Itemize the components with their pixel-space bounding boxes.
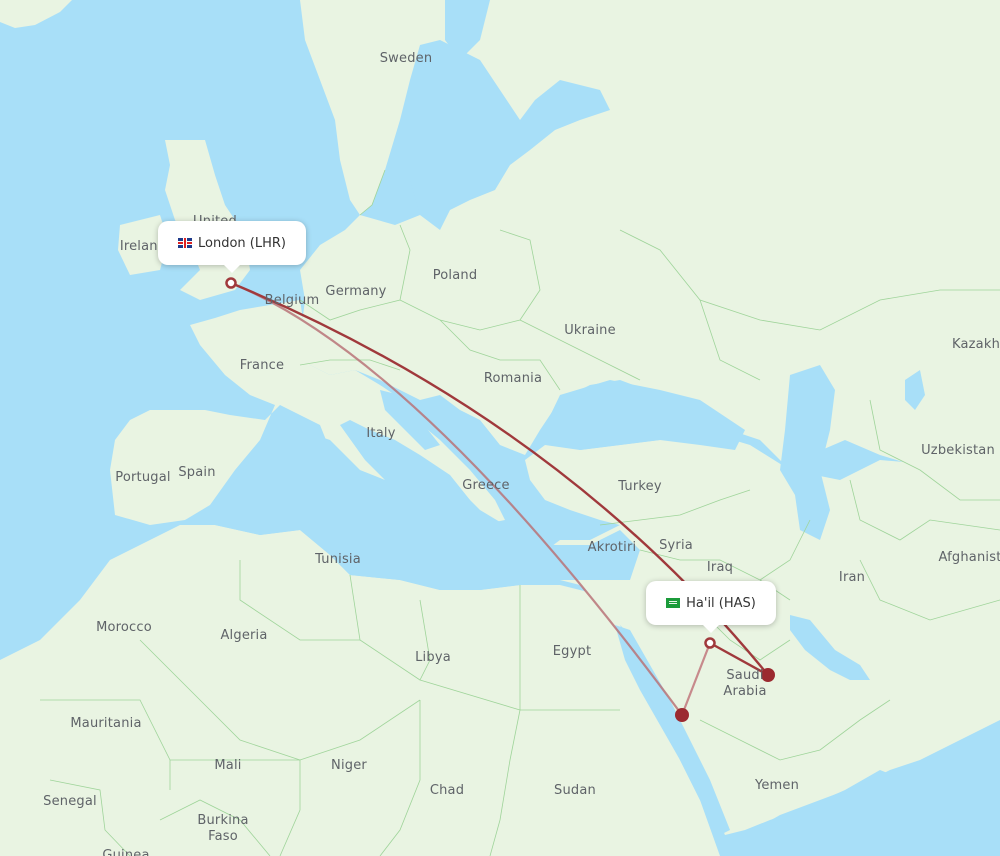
- country-label: Iraq: [706, 560, 734, 575]
- destination-popup[interactable]: Ha'il (HAS): [646, 581, 776, 633]
- country-label: Syria: [659, 538, 693, 553]
- country-label: Libya: [415, 650, 451, 665]
- stopover-marker-jeddah[interactable]: [675, 708, 689, 722]
- routes-layer: [225, 277, 775, 722]
- country-label: Algeria: [220, 628, 268, 643]
- country-label: Belgium: [264, 293, 320, 308]
- origin-marker[interactable]: [225, 277, 237, 289]
- country-label: Iran: [838, 570, 866, 585]
- route-lhr-jed[interactable]: [230, 281, 683, 716]
- country-label: Sudan: [554, 783, 596, 798]
- origin-label: London (LHR): [198, 235, 286, 251]
- country-label: Portugal: [115, 470, 171, 485]
- destination-label: Ha'il (HAS): [686, 595, 756, 611]
- country-label: Romania: [483, 371, 543, 386]
- country-label: Senegal: [43, 794, 97, 809]
- country-label: Greece: [462, 478, 510, 493]
- uk-flag-icon: [178, 238, 192, 248]
- country-label: Burkina Faso: [197, 813, 249, 844]
- saudi-flag-icon: [666, 598, 681, 608]
- country-label: Saudi Arabia: [723, 668, 767, 699]
- country-label: Tunisia: [315, 552, 361, 567]
- country-label: Poland: [432, 268, 478, 283]
- country-label: France: [239, 358, 285, 373]
- country-label: Guinea: [102, 848, 150, 856]
- route-has-jed[interactable]: [680, 642, 712, 716]
- country-label: Germany: [325, 284, 387, 299]
- country-label: Turkey: [618, 479, 662, 494]
- country-label: Italy: [366, 426, 396, 441]
- country-label: Ukraine: [564, 323, 616, 338]
- country-label: Yemen: [754, 778, 800, 793]
- country-label: Afghanist: [938, 550, 1000, 565]
- country-label: Sweden: [379, 51, 433, 66]
- country-label: Morocco: [96, 620, 152, 635]
- country-label: Kazakh: [951, 337, 1000, 352]
- country-label: Chad: [429, 783, 465, 798]
- country-label: Akrotiri: [587, 540, 637, 555]
- destination-marker[interactable]: [704, 637, 716, 649]
- route-map[interactable]: Sweden United Ireland Poland Belgium Ger…: [0, 0, 1000, 856]
- country-label: Mali: [214, 758, 242, 773]
- country-label: Spain: [178, 465, 216, 480]
- country-label: Mauritania: [70, 716, 142, 731]
- country-label: Egypt: [552, 644, 592, 659]
- country-label: Niger: [331, 758, 367, 773]
- origin-popup[interactable]: London (LHR): [158, 221, 306, 273]
- country-label: Uzbekistan: [921, 443, 995, 458]
